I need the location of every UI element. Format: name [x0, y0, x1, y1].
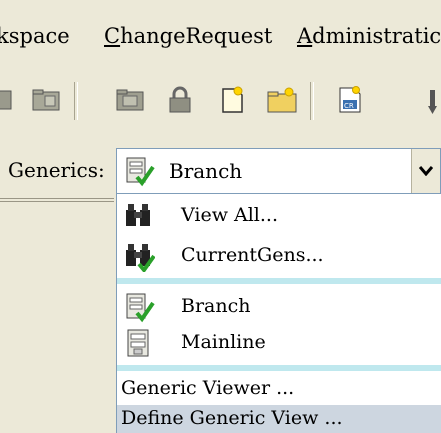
list-item-label: Mainline	[181, 331, 266, 353]
divider	[0, 198, 114, 199]
list-item-label: CurrentGens...	[181, 244, 324, 266]
menu-changerequest-label: hangeRequest	[120, 24, 273, 48]
mainline-icon	[123, 327, 155, 359]
arrow-icon[interactable]	[420, 82, 441, 118]
branch-icon	[123, 155, 155, 187]
toolbar-separator	[310, 82, 314, 120]
node-icon[interactable]	[0, 82, 18, 118]
list-separator	[117, 365, 441, 371]
branch-icon	[123, 291, 155, 323]
menu-administration[interactable]: Administratic	[297, 24, 441, 48]
list-item-label: View All...	[181, 204, 279, 226]
generics-label: Generics:	[8, 158, 105, 182]
generics-dropdown-list: View All... CurrentGens... Branch Mainli…	[116, 194, 441, 433]
open-folder-icon[interactable]	[112, 82, 148, 118]
list-item-define-generic-view[interactable]: Define Generic View ...	[117, 405, 441, 433]
menu-changerequest-mnemonic: C	[104, 24, 121, 48]
new-folder-icon[interactable]	[264, 82, 300, 118]
lock-icon[interactable]	[162, 82, 198, 118]
list-item-branch[interactable]: Branch	[117, 287, 441, 327]
menu-administration-mnemonic: A	[297, 24, 313, 48]
list-separator	[117, 278, 441, 284]
list-item-label: Generic Viewer ...	[121, 377, 295, 399]
menu-workspace-label: kspace	[0, 24, 70, 48]
folder-icon[interactable]	[28, 82, 64, 118]
menu-workspace[interactable]: kspace	[0, 24, 70, 48]
menu-bar: kspace ChangeRequest Administratic	[0, 0, 441, 73]
list-item-generic-viewer[interactable]: Generic Viewer ...	[117, 373, 441, 405]
binoculars-green-icon	[123, 240, 156, 274]
chevron-down-icon[interactable]	[411, 149, 440, 193]
list-item-view-all[interactable]: View All...	[117, 196, 441, 236]
list-item-mainline[interactable]: Mainline	[117, 323, 441, 363]
change-request-icon[interactable]: CR	[332, 82, 368, 118]
menu-administration-label: dministratic	[312, 24, 441, 48]
menu-changerequest[interactable]: ChangeRequest	[104, 24, 272, 48]
list-item-label: Branch	[181, 295, 251, 317]
generics-combobox[interactable]: Branch	[116, 148, 441, 194]
toolbar-separator	[74, 82, 78, 120]
list-item-current-gens[interactable]: CurrentGens...	[117, 236, 441, 276]
binoculars-icon	[123, 200, 155, 232]
svg-text:CR: CR	[344, 102, 354, 110]
new-document-icon[interactable]	[214, 82, 250, 118]
toolbar: CR	[0, 72, 441, 131]
generics-selected-value: Branch	[169, 159, 243, 183]
list-item-label: Define Generic View ...	[121, 407, 343, 429]
divider	[0, 201, 114, 202]
